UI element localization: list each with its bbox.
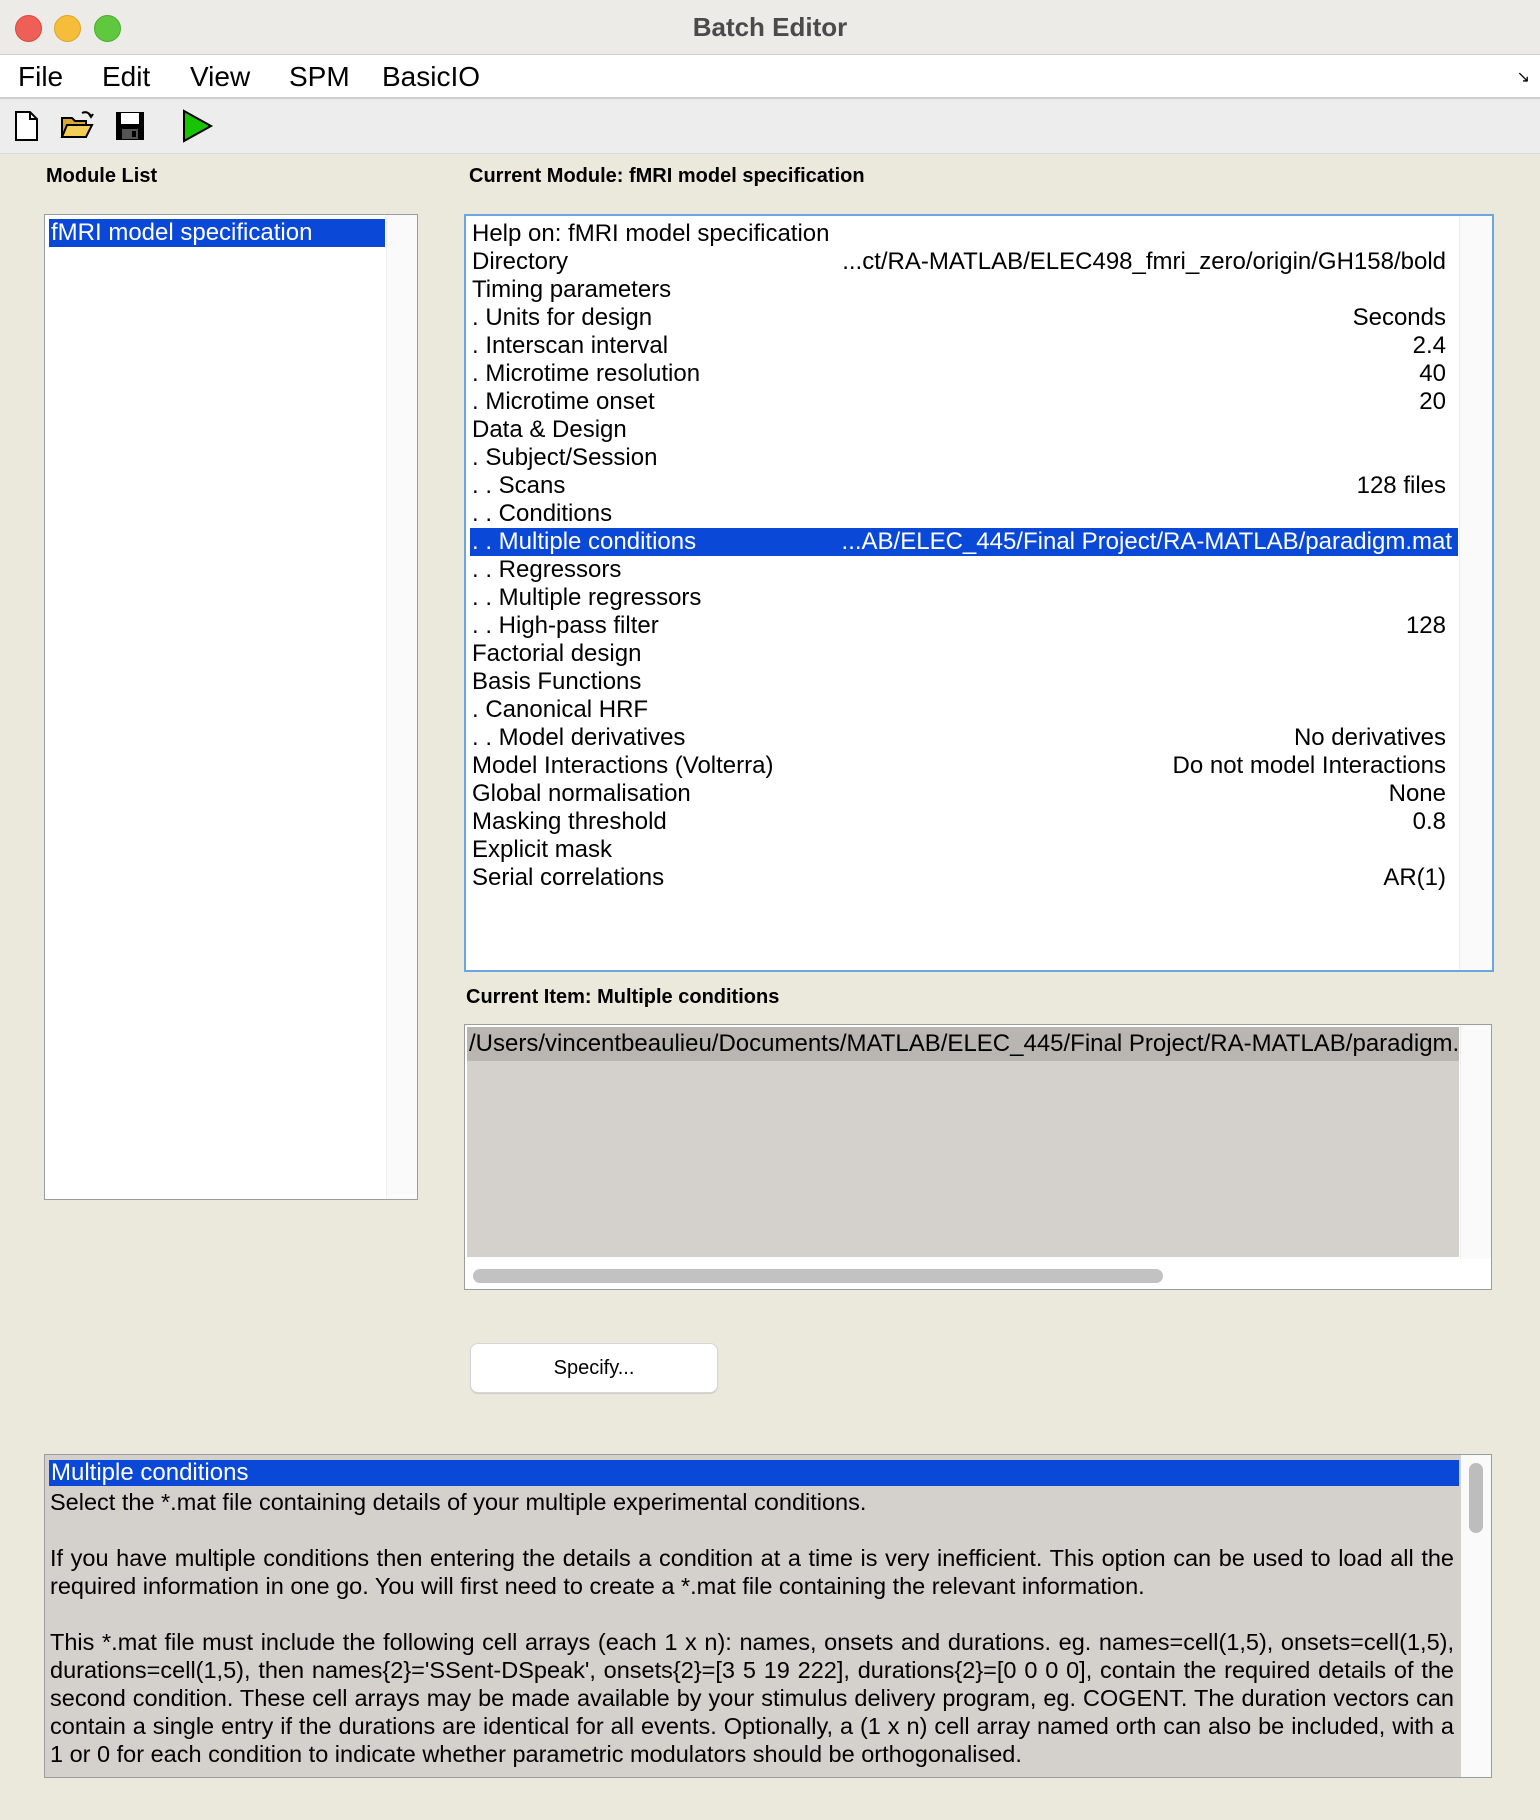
module-row[interactable]: . Subject/Session <box>470 444 1458 472</box>
module-row[interactable]: . . Scans 128 files <box>470 472 1458 500</box>
current-module-label: Current Module: fMRI model specification <box>469 165 865 187</box>
menu-spm[interactable]: SPM <box>289 61 350 93</box>
module-row-name: . . Regressors <box>472 556 622 583</box>
module-row[interactable]: . Microtime resolution 40 <box>470 360 1458 388</box>
module-row-name: . . Multiple regressors <box>472 584 702 611</box>
menu-basicio[interactable]: BasicIO <box>382 61 480 93</box>
module-row-value: 0.8 <box>1412 808 1446 835</box>
module-row-name: . . Multiple conditions <box>472 528 697 555</box>
module-row-name: . Microtime onset <box>472 388 655 415</box>
current-item-box[interactable]: /Users/vincentbeaulieu/Documents/MATLAB/… <box>464 1024 1492 1290</box>
module-row-value: 2.4 <box>1412 332 1446 359</box>
module-row-name: . Interscan interval <box>472 332 669 359</box>
module-row[interactable]: . . High-pass filter 128 <box>470 612 1458 640</box>
module-row-value: 20 <box>1419 388 1446 415</box>
menu-bar: File Edit View SPM BasicIO ↘ <box>0 55 1540 99</box>
module-row-name: . . Scans <box>472 472 566 499</box>
module-row[interactable]: . Interscan interval 2.4 <box>470 332 1458 360</box>
module-row-value: 128 files <box>1356 472 1446 499</box>
module-row-name: Factorial design <box>472 640 642 667</box>
module-list-label: Module List <box>46 165 158 187</box>
module-row[interactable]: Timing parameters <box>470 276 1458 304</box>
help-title: Multiple conditions <box>49 1460 1459 1486</box>
help-paragraph-3: This *.mat file must include the followi… <box>50 1629 1454 1767</box>
module-row[interactable]: Directory ...ct/RA-MATLAB/ELEC498_fmri_ze… <box>470 248 1458 276</box>
current-item-scrollbar[interactable] <box>1460 1025 1491 1259</box>
module-list[interactable]: fMRI model specification <box>44 214 418 1200</box>
module-row-value: ...AB/ELEC_445/Final Project/RA-MATLAB/p… <box>841 528 1452 555</box>
toolbar <box>0 99 1540 154</box>
module-row[interactable]: Basis Functions <box>470 668 1458 696</box>
module-row-name: . Subject/Session <box>472 444 658 471</box>
module-row-value: Seconds <box>1352 304 1446 331</box>
module-row-name: . . High-pass filter <box>472 612 659 639</box>
module-row[interactable]: . Microtime onset 20 <box>470 388 1458 416</box>
module-row-name: . Canonical HRF <box>472 696 649 723</box>
window-title: Batch Editor <box>692 12 848 42</box>
new-file-icon[interactable] <box>10 109 44 143</box>
module-row-value: AR(1) <box>1383 864 1446 891</box>
menu-view[interactable]: View <box>190 61 250 93</box>
module-row-name: Data & Design <box>472 416 627 443</box>
module-row-name: Help on: fMRI model specification <box>472 220 830 247</box>
specify-button[interactable]: Specify... <box>470 1343 718 1393</box>
open-folder-icon[interactable] <box>60 109 94 143</box>
run-icon[interactable] <box>180 109 214 143</box>
module-row[interactable]: . . Regressors <box>470 556 1458 584</box>
module-row[interactable]: Factorial design <box>470 640 1458 668</box>
module-row[interactable]: . . Multiple conditions ...AB/ELEC_445/Fi… <box>470 528 1458 556</box>
module-row[interactable]: . Units for design Seconds <box>470 304 1458 332</box>
module-row-value: 40 <box>1419 360 1446 387</box>
menu-file[interactable]: File <box>18 61 63 93</box>
module-row-value: None <box>1388 780 1446 807</box>
module-list-scrollbar[interactable] <box>386 215 417 1199</box>
current-item-value[interactable]: /Users/vincentbeaulieu/Documents/MATLAB/… <box>467 1027 1459 1061</box>
current-item-value-area[interactable]: /Users/vincentbeaulieu/Documents/MATLAB/… <box>467 1027 1459 1257</box>
module-row-name: Model Interactions (Volterra) <box>472 752 774 779</box>
module-row-name: Basis Functions <box>472 668 642 695</box>
module-row-name: . . Conditions <box>472 500 613 527</box>
module-row[interactable]: Help on: fMRI model specification <box>470 220 1458 248</box>
help-paragraph-1: Select the *.mat file containing details… <box>50 1489 867 1515</box>
module-row[interactable]: Model Interactions (Volterra) Do not mode… <box>470 752 1458 780</box>
resize-arrow-icon[interactable]: ↘ <box>1517 67 1530 87</box>
module-row[interactable]: . . Multiple regressors <box>470 584 1458 612</box>
module-row-name: . Units for design <box>472 304 653 331</box>
current-item-hscroll-thumb[interactable] <box>473 1269 1163 1283</box>
module-row-name: . Microtime resolution <box>472 360 701 387</box>
module-row[interactable]: Serial correlations AR(1) <box>470 864 1458 892</box>
module-row-name: Directory <box>472 248 569 275</box>
module-row-value: ...ct/RA-MATLAB/ELEC498_fmri_zero/origin… <box>842 248 1446 275</box>
current-module-scrollbar[interactable] <box>1459 216 1492 970</box>
current-item-label: Current Item: Multiple conditions <box>466 986 780 1008</box>
module-row-name: Masking threshold <box>472 808 667 835</box>
module-row[interactable]: . Canonical HRF <box>470 696 1458 724</box>
save-icon[interactable] <box>113 109 147 143</box>
module-row-value: No derivatives <box>1293 724 1446 751</box>
help-scroll-thumb[interactable] <box>1469 1463 1483 1533</box>
help-scrollbar[interactable] <box>1461 1455 1491 1777</box>
module-row-value: Do not model Interactions <box>1172 752 1446 779</box>
module-row[interactable]: . . Conditions <box>470 500 1458 528</box>
module-row[interactable]: Data & Design <box>470 416 1458 444</box>
module-row[interactable]: Explicit mask <box>470 836 1458 864</box>
module-row-name: Serial correlations <box>472 864 665 891</box>
module-row-name: Timing parameters <box>472 276 672 303</box>
menu-edit[interactable]: Edit <box>102 61 150 93</box>
title-bar: Batch Editor <box>0 0 1540 55</box>
module-row-name: Global normalisation <box>472 780 691 807</box>
help-paragraph-2: If you have multiple conditions then ent… <box>50 1545 1454 1599</box>
module-row[interactable]: Masking threshold 0.8 <box>470 808 1458 836</box>
module-row[interactable]: . . Model derivatives No derivatives <box>470 724 1458 752</box>
module-row-value: 128 <box>1405 612 1446 639</box>
module-row[interactable]: Global normalisation None <box>470 780 1458 808</box>
module-row-name: . . Model derivatives <box>472 724 686 751</box>
current-module-list[interactable]: Serial correlations AR(1) Explicit mask Mas… <box>464 214 1494 972</box>
module-list-item[interactable]: fMRI model specification <box>49 219 385 247</box>
module-row-name: Explicit mask <box>472 836 613 863</box>
